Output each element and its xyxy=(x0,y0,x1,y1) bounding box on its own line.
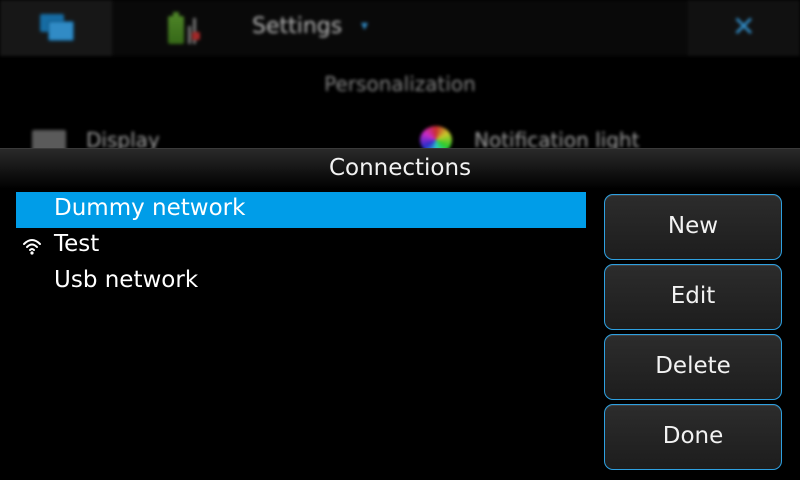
delete-button-label: Delete xyxy=(655,353,731,379)
screen: Settings ▾ ✕ Personalization Display Not… xyxy=(0,0,800,480)
done-button-label: Done xyxy=(662,423,724,449)
signal-icon xyxy=(188,14,200,44)
dialog-button-column: New Edit Delete Done xyxy=(604,194,782,474)
connection-item-dummy-network[interactable]: Dummy network xyxy=(16,192,586,228)
close-button[interactable]: ✕ xyxy=(688,0,800,56)
background-settings-view: Settings ▾ ✕ Personalization Display Not… xyxy=(0,0,800,154)
delete-button[interactable]: Delete xyxy=(604,334,782,400)
connection-label: Test xyxy=(54,231,100,257)
new-button-label: New xyxy=(667,213,719,239)
menu-arrow-icon[interactable]: ▾ xyxy=(361,18,368,34)
section-heading: Personalization xyxy=(324,72,476,96)
done-button[interactable]: Done xyxy=(604,404,782,470)
edit-button-label: Edit xyxy=(670,283,716,309)
dialog-title: Connections xyxy=(328,155,472,181)
connection-item-usb-network[interactable]: Usb network xyxy=(16,264,586,300)
connection-item-test[interactable]: Test xyxy=(16,228,586,264)
connection-label: Usb network xyxy=(54,267,199,293)
connections-dialog: Connections Dummy network Test Usb netwo… xyxy=(0,148,800,480)
connection-label: Dummy network xyxy=(54,195,246,221)
wifi-icon xyxy=(23,239,41,255)
task-switcher-button[interactable] xyxy=(0,0,112,56)
battery-icon xyxy=(168,12,184,44)
close-icon: ✕ xyxy=(732,10,756,43)
new-button[interactable]: New xyxy=(604,194,782,260)
edit-button[interactable]: Edit xyxy=(604,264,782,330)
app-title[interactable]: Settings xyxy=(252,14,342,39)
connection-list: Dummy network Test Usb network xyxy=(16,192,586,300)
title-bar: Settings ▾ ✕ xyxy=(0,0,800,56)
dialog-header: Connections xyxy=(0,148,800,189)
